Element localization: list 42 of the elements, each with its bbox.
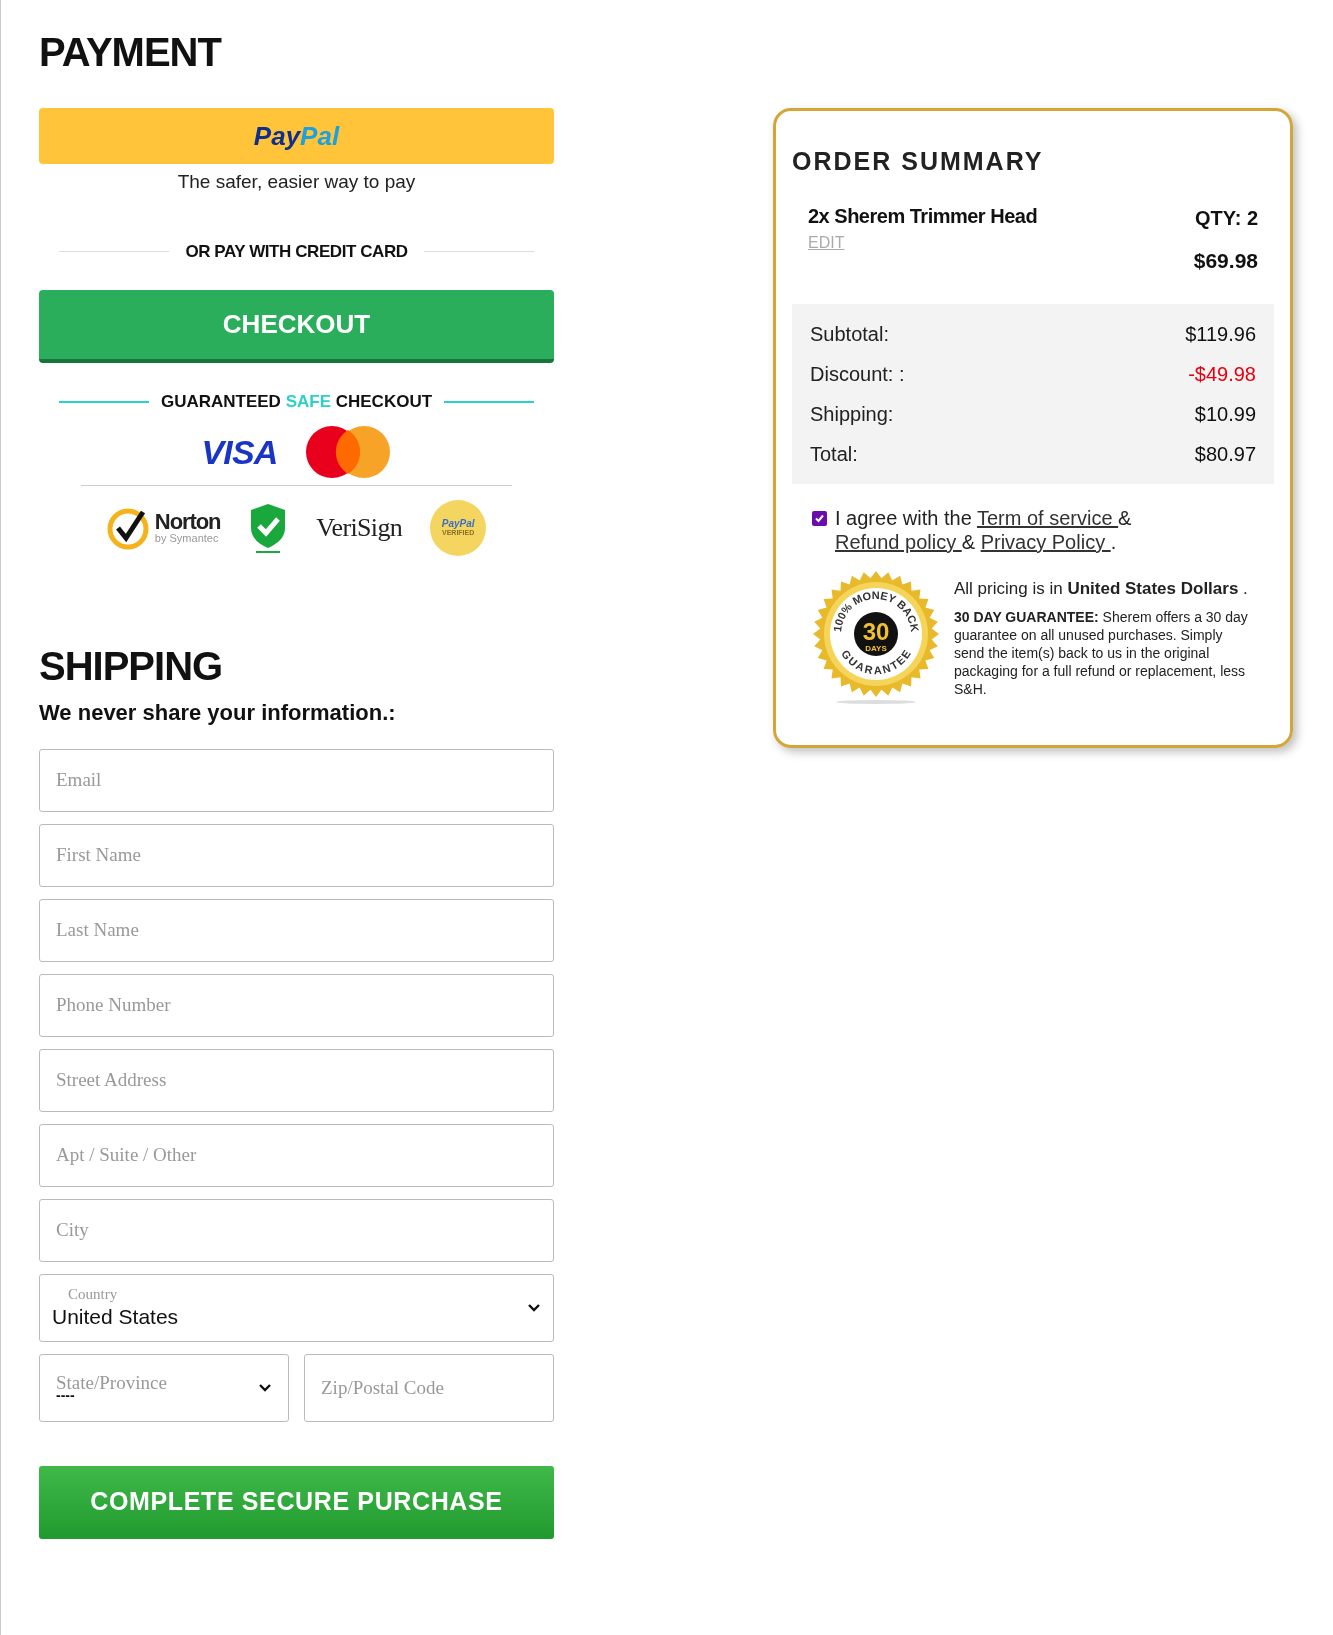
norton-subtext: by Symantec bbox=[154, 533, 220, 544]
item-name: 2x Sherem Trimmer Head bbox=[808, 203, 1038, 229]
chevron-down-icon bbox=[258, 1382, 272, 1393]
text-input-field[interactable]: Email bbox=[39, 748, 554, 812]
zip-code-input-field[interactable]: Zip/Postal Code bbox=[304, 1353, 554, 1422]
shipping-heading: SHIPPING bbox=[39, 642, 224, 690]
payment-heading: PAYMENT bbox=[39, 29, 223, 76]
guaranteed-safe-checkout-heading: GUARANTEED SAFE CHECKOUT bbox=[160, 391, 433, 413]
terms-checkbox[interactable] bbox=[812, 511, 827, 526]
text-input-field[interactable]: Apt / Suite / Other bbox=[39, 1123, 554, 1187]
visa-logo: VISA bbox=[201, 434, 278, 469]
verisign-logo-text: VeriSign bbox=[316, 514, 403, 541]
total-value: -$49.98 bbox=[1188, 362, 1256, 387]
norton-logo-text: Norton bbox=[154, 511, 221, 533]
text-input-field[interactable]: Street Address bbox=[39, 1048, 554, 1112]
divider-label: OR PAY WITH CREDIT CARD bbox=[185, 240, 408, 263]
total-value: $10.99 bbox=[1194, 402, 1256, 427]
pricing-note: All pricing is in United States Dollars . bbox=[954, 578, 1249, 600]
item-quantity: QTY: 2 bbox=[1195, 205, 1258, 231]
total-value: $80.97 bbox=[1194, 442, 1256, 467]
text-input-field[interactable]: City bbox=[39, 1198, 554, 1262]
shipping-subtitle: We never share your information.: bbox=[39, 698, 397, 727]
state-select[interactable]: State/Province ---- bbox=[39, 1353, 289, 1422]
text-input-field[interactable]: Phone Number bbox=[39, 973, 554, 1037]
country-select[interactable]: Country United States bbox=[39, 1273, 554, 1342]
text-input-field[interactable]: First Name bbox=[39, 823, 554, 887]
order-summary-heading: ORDER SUMMARY bbox=[792, 146, 1045, 177]
total-label: Shipping: bbox=[810, 402, 894, 427]
total-label: Discount: : bbox=[810, 362, 905, 387]
chevron-down-icon bbox=[527, 1302, 541, 1313]
privacy-policy-link[interactable]: Privacy Policy bbox=[980, 531, 1111, 553]
total-label: Total: bbox=[810, 442, 858, 467]
terms-agreement-text: I agree with the Term of service & Refund policy & Privacy Policy . bbox=[835, 506, 1133, 554]
terms-of-service-link[interactable]: Term of service bbox=[976, 507, 1119, 529]
total-value: $119.96 bbox=[1185, 322, 1256, 347]
item-price: $69.98 bbox=[1193, 247, 1258, 274]
paypal-tagline: The safer, easier way to pay bbox=[176, 170, 417, 194]
paypal-button[interactable]: PayPal bbox=[39, 108, 554, 164]
guarantee-note: 30 DAY GUARANTEE: Sherem offers a 30 day guarantee on all unused purchases. Simply send the item(s) back to us in the original packaging for a full refund or replacement, less S&H. bbox=[954, 607, 1249, 698]
total-label: Subtotal: bbox=[810, 322, 889, 347]
text-input-field[interactable]: Last Name bbox=[39, 898, 554, 962]
refund-policy-link[interactable]: Refund policy bbox=[835, 531, 962, 553]
